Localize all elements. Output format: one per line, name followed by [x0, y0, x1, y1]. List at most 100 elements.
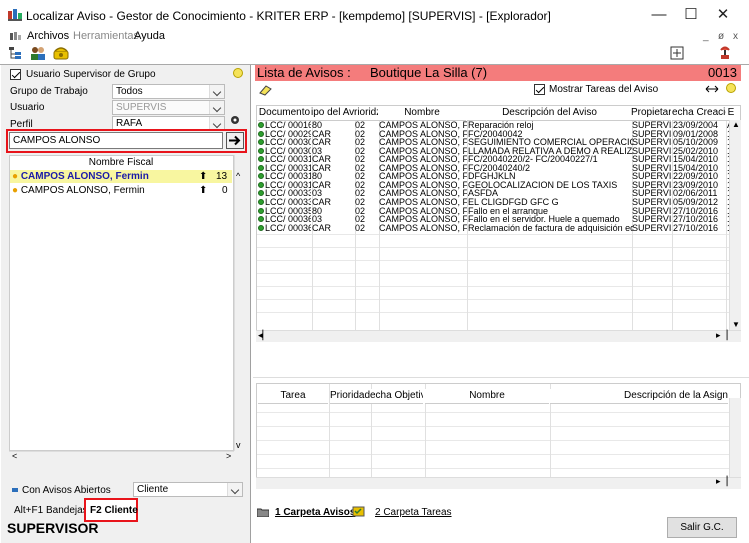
- up-arrow-icon: ⬆: [199, 185, 208, 196]
- supervisor-checkbox[interactable]: [10, 69, 21, 80]
- task-column-header[interactable]: Tarea: [258, 389, 328, 404]
- status-dot-icon: [258, 139, 264, 146]
- menu-herramientas[interactable]: Herramientas: [73, 30, 139, 42]
- scroll-right-icon[interactable]: ▸▕: [716, 476, 727, 487]
- table-cell[interactable]: CAMPOS ALONSO, Ferm: [379, 224, 467, 233]
- table-cell[interactable]: CAR: [312, 224, 355, 233]
- legend-marker: [12, 488, 18, 492]
- column-header[interactable]: Propietario: [631, 106, 671, 121]
- users-icon[interactable]: [30, 46, 46, 60]
- mdi-restore-button[interactable]: ø: [718, 31, 724, 42]
- menu-app-icon: [10, 32, 21, 40]
- chevron-left-icon[interactable]: <: [12, 451, 17, 461]
- user-select[interactable]: SUPERVIS: [112, 100, 225, 115]
- banner-subtitle: Boutique La Silla (7): [370, 65, 488, 80]
- column-header[interactable]: echa Creación: [672, 106, 726, 121]
- column-header[interactable]: ipo del Avis: [311, 106, 354, 121]
- notices-hscroll[interactable]: [256, 330, 741, 342]
- triangle-up-icon[interactable]: ▲: [732, 120, 740, 129]
- column-header[interactable]: E: [726, 106, 736, 121]
- triangle-down-icon[interactable]: ▼: [732, 320, 740, 329]
- search-input[interactable]: CAMPOS ALONSO: [9, 132, 223, 149]
- fiscal-list-header: Nombre Fiscal: [10, 156, 232, 171]
- scroll-left-icon[interactable]: ◂▏: [258, 330, 269, 341]
- column-header[interactable]: rioridz: [354, 106, 378, 121]
- phone-icon[interactable]: [53, 46, 69, 60]
- table-cell[interactable]: Reclamación de factura de adquisición eq…: [468, 224, 633, 233]
- expand-icon[interactable]: [669, 46, 685, 60]
- column-header[interactable]: Documento: [258, 106, 311, 121]
- tree-icon[interactable]: [8, 46, 24, 60]
- eraser-icon[interactable]: [259, 84, 273, 96]
- menu-archivos[interactable]: Archivos: [27, 30, 69, 42]
- chevron-right-icon[interactable]: >: [226, 451, 231, 461]
- show-tasks-checkbox[interactable]: [534, 84, 545, 95]
- alarm-icon[interactable]: [717, 46, 733, 60]
- table-cell[interactable]: LCC/ 00036: [258, 224, 311, 233]
- bulb-icon[interactable]: [233, 68, 243, 78]
- column-header[interactable]: Descripción del Aviso: [467, 106, 632, 121]
- task-column-header[interactable]: Nombre: [425, 389, 549, 404]
- profile-value: RAFA: [116, 118, 143, 129]
- minimize-button[interactable]: —: [644, 4, 674, 26]
- mdi-minimize-button[interactable]: _: [703, 31, 709, 42]
- banner-title: Lista de Avisos :: [257, 65, 351, 80]
- tab-carpeta-tareas[interactable]: 2 Carpeta Tareas: [375, 507, 452, 518]
- task-column-header[interactable]: Prioridad: [330, 389, 370, 404]
- tasks-hscroll[interactable]: [256, 477, 741, 489]
- open-notices-label: Con Avisos Abiertos: [22, 485, 111, 496]
- notices-vscroll[interactable]: [729, 120, 741, 330]
- task-column-header[interactable]: echa Objetivo: [370, 389, 423, 404]
- status-dot-icon: [258, 173, 264, 180]
- profile-options-icon[interactable]: [230, 115, 240, 125]
- status-dot-icon: [258, 122, 264, 128]
- bulb-icon[interactable]: [726, 83, 736, 93]
- exit-button[interactable]: Salir G.C.: [667, 517, 737, 538]
- list-item[interactable]: ● CAMPOS ALONSO, Fermin: [12, 184, 192, 197]
- user-label: Usuario: [10, 102, 45, 113]
- warning-icon: ●: [12, 185, 19, 196]
- splitter[interactable]: [253, 377, 749, 378]
- tasks-vscroll[interactable]: [729, 398, 741, 478]
- table-cell[interactable]: 02: [355, 224, 379, 233]
- work-group-value: Todos: [116, 86, 143, 97]
- table-cell[interactable]: SUPERVIS: [632, 224, 672, 233]
- maximize-button[interactable]: ☐: [676, 4, 706, 26]
- work-group-select[interactable]: Todos: [112, 84, 225, 99]
- tab-carpeta-avisos[interactable]: 1 Carpeta Avisos: [275, 507, 355, 518]
- status-user: SUPERVISOR: [7, 520, 99, 536]
- up-arrow-icon: ⬆: [199, 171, 208, 182]
- search-go-button[interactable]: [226, 132, 244, 149]
- menu-ayuda[interactable]: Ayuda: [134, 30, 165, 42]
- status-dot-icon: [258, 147, 264, 154]
- scroll-right-icon[interactable]: ▸▕: [716, 330, 727, 341]
- banner-code: 0013: [708, 65, 737, 80]
- status-dot-icon: [258, 164, 264, 171]
- arrow-right-icon: [229, 135, 241, 146]
- window-title: Localizar Aviso - Gestor de Conocimiento…: [26, 9, 551, 23]
- status-dot-icon: [258, 181, 264, 188]
- fiscal-list-vscroll[interactable]: [234, 155, 246, 451]
- column-header[interactable]: Nombre: [378, 106, 466, 121]
- chevron-down-icon[interactable]: v: [236, 440, 241, 450]
- resize-columns-icon[interactable]: [705, 84, 719, 94]
- list-item-count: 0: [222, 185, 228, 196]
- list-item-count: 13: [216, 171, 228, 182]
- mdi-close-button[interactable]: x: [733, 31, 738, 42]
- fiscal-list: [9, 155, 234, 451]
- supervisor-label: Usuario Supervisor de Grupo: [26, 69, 156, 80]
- show-tasks-label: Mostrar Tareas del Aviso: [549, 84, 659, 95]
- tab-bandejas[interactable]: Alt+F1 Bandejas: [14, 505, 88, 516]
- fiscal-list-hscroll[interactable]: [9, 451, 234, 463]
- open-notices-select[interactable]: Cliente: [133, 482, 243, 497]
- chevron-up-icon[interactable]: ^: [236, 171, 240, 181]
- cell-text: LCC/ 00036: [265, 223, 311, 233]
- status-dot-icon: [258, 224, 264, 231]
- task-column-header[interactable]: Descripción de la Asign: [550, 389, 728, 404]
- app-icon: [8, 9, 22, 21]
- status-dot-icon: [258, 216, 264, 223]
- table-cell[interactable]: 27/10/2016: [673, 224, 727, 233]
- tab-cliente[interactable]: F2 Cliente: [90, 505, 138, 516]
- close-button[interactable]: ✕: [708, 4, 738, 26]
- work-group-label: Grupo de Trabajo: [10, 86, 88, 97]
